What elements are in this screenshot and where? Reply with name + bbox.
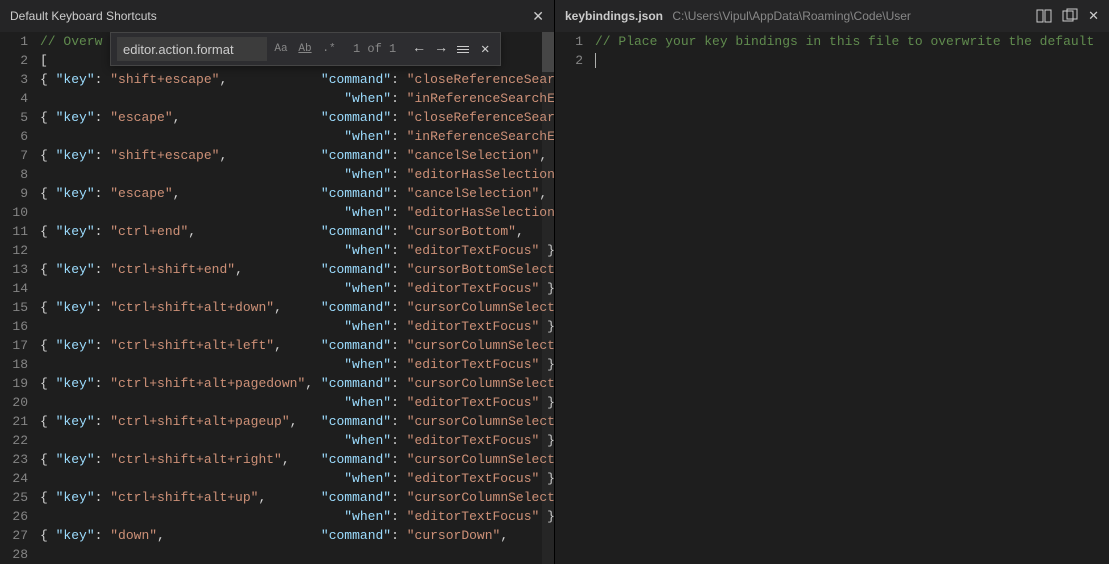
more-actions-icon[interactable] [1062,8,1078,24]
split-editor-icon[interactable] [1036,8,1052,24]
right-tab-filename: keybindings.json [565,9,663,23]
right-gutter: 12 [555,32,595,564]
left-scrollbar[interactable] [542,32,554,564]
right-tab-close-icon[interactable]: ✕ [1088,8,1099,24]
find-case-toggle[interactable]: Aa [271,39,291,59]
left-code-area[interactable]: // Overw[{ "key": "shift+escape", "comma… [40,32,554,564]
right-editor-pane: keybindings.json C:\Users\Vipul\AppData\… [555,0,1109,564]
find-count: 1 of 1 [353,42,396,56]
find-selection-toggle[interactable] [454,46,472,53]
find-close-icon[interactable]: ✕ [476,41,494,58]
right-tab-bar: keybindings.json C:\Users\Vipul\AppData\… [555,0,1109,32]
left-gutter: 1234567891011121314151617181920212223242… [0,32,40,564]
find-regex-toggle[interactable]: .* [319,39,339,59]
find-next-icon[interactable]: → [432,41,450,57]
left-scrollbar-thumb[interactable] [542,32,554,72]
find-widget: Aa Ab .* 1 of 1 ← → ✕ [110,32,501,66]
right-editor[interactable]: 12 // Place your key bindings in this fi… [555,32,1109,564]
find-word-toggle[interactable]: Ab [295,39,315,59]
find-prev-icon[interactable]: ← [410,41,428,57]
left-editor[interactable]: 1234567891011121314151617181920212223242… [0,32,554,564]
right-tab-title[interactable]: keybindings.json C:\Users\Vipul\AppData\… [565,9,911,23]
left-tab-close-icon[interactable]: ✕ [532,8,544,25]
right-tab-path: C:\Users\Vipul\AppData\Roaming\Code\User [672,9,911,23]
right-code-area[interactable]: // Place your key bindings in this file … [595,32,1109,564]
find-input[interactable] [117,37,267,61]
left-tab-bar: Default Keyboard Shortcuts ✕ [0,0,554,32]
right-tab-actions: ✕ [1036,8,1099,24]
left-editor-pane: Default Keyboard Shortcuts ✕ 12345678910… [0,0,555,564]
left-tab-title[interactable]: Default Keyboard Shortcuts [10,9,157,23]
